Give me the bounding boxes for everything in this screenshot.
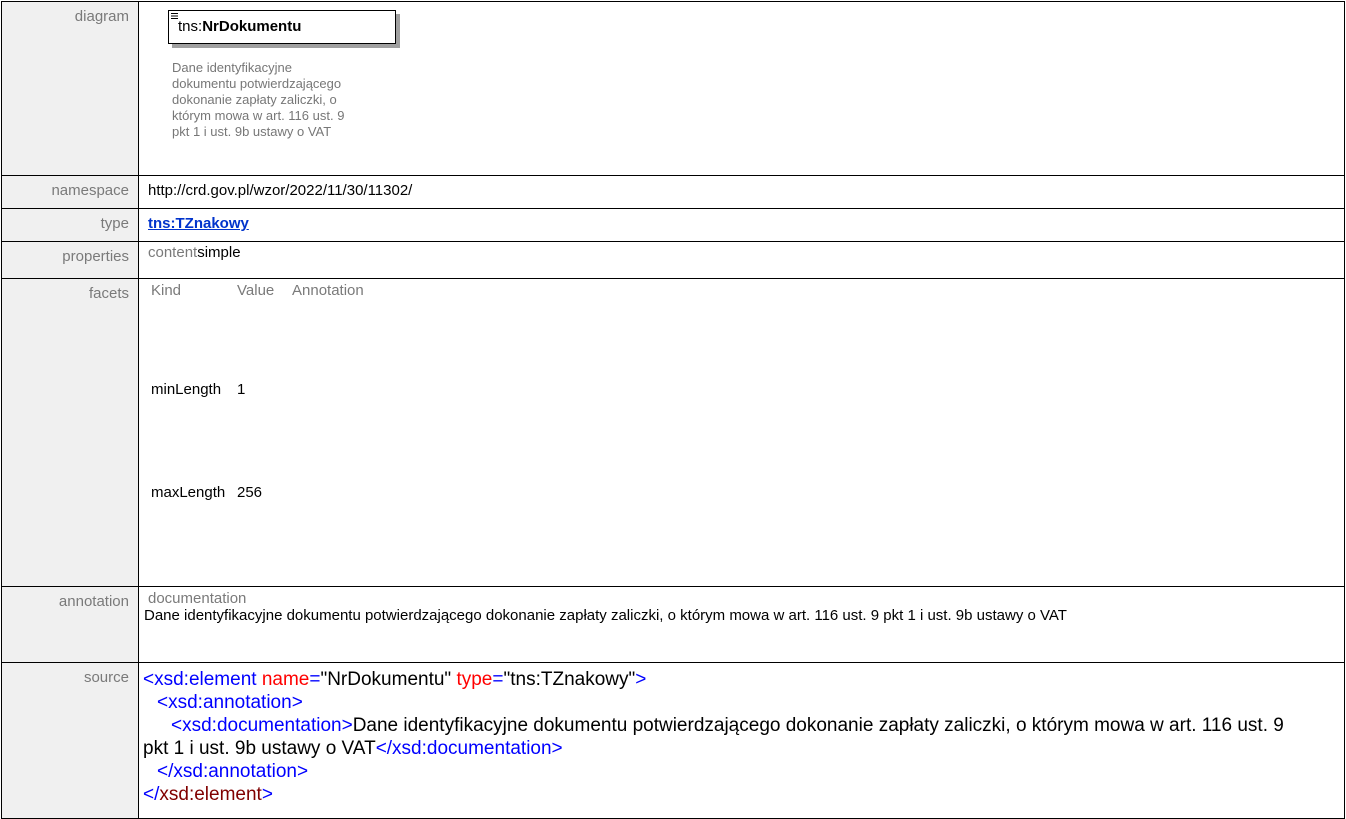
row-label-properties: properties (1, 241, 139, 279)
row-label-diagram: diagram (1, 1, 139, 176)
facet-kind: minLength (151, 381, 222, 398)
facet-row: maxLength 256 (151, 480, 364, 583)
element-documentation-table: diagram tns:NrDokumentu Dane identyfikac… (1, 1, 1345, 819)
xml-attr-type-value: "tns:TZnakowy" (503, 669, 636, 690)
facets-header-kind: Kind (151, 282, 182, 299)
namespace-value: http://crd.gov.pl/wzor/2022/11/30/11302/ (138, 175, 1345, 209)
row-label-namespace: namespace (1, 175, 139, 209)
diagram-row: diagram tns:NrDokumentu Dane identyfikac… (1, 1, 1345, 176)
source-line-element-close: </xsd:element> (143, 784, 273, 805)
facets-header-value: Value (237, 282, 275, 299)
properties-row: properties content simple (1, 241, 1345, 279)
xml-attr-type: type (456, 669, 493, 690)
xml-element-open-tag: <xsd:element (143, 669, 257, 690)
source-line-annotation-open: <xsd:annotation> (157, 692, 303, 713)
facet-row: minLength 1 (151, 381, 364, 480)
facet-kind: maxLength (151, 484, 226, 501)
annotation-row: annotation documentation Dane identyfika… (1, 586, 1345, 663)
facet-value: 1 (237, 381, 246, 398)
properties-table: content simple (148, 244, 241, 274)
source-line-documentation: <xsd:documentation>Dane identyfikacyjne … (143, 715, 1284, 759)
row-label-annotation: annotation (1, 586, 139, 663)
source-line-annotation-close: </xsd:annotation> (157, 761, 309, 782)
row-label-source: source (1, 662, 139, 819)
source-line-element-open: <xsd:element name="NrDokumentu" type="tn… (143, 669, 647, 690)
type-link[interactable]: tns:TZnakowy (148, 215, 249, 232)
type-row: type tns:TZnakowy (1, 208, 1345, 242)
element-node-local-name: NrDokumentu (202, 18, 302, 35)
element-diagram[interactable]: tns:NrDokumentu Dane identyfikacyjne dok… (168, 10, 408, 170)
facets-row: facets Kind Value Annotation minLength 1… (1, 278, 1345, 587)
property-key: content (148, 244, 198, 261)
facets-header-annotation: Annotation (292, 282, 364, 299)
element-node[interactable]: tns:NrDokumentu (168, 10, 396, 44)
annotation-text: Dane identyfikacyjne dokumentu potwierdz… (144, 607, 1067, 624)
annotation-heading: documentation (148, 590, 247, 607)
xml-attr-name-value: "NrDokumentu" (320, 669, 452, 690)
element-node-prefix: tns: (178, 18, 203, 35)
row-label-facets: facets (1, 278, 139, 587)
namespace-row: namespace http://crd.gov.pl/wzor/2022/11… (1, 175, 1345, 209)
xml-attr-name: name (261, 669, 310, 690)
element-node-name: tns:NrDokumentu (178, 18, 301, 35)
annotation-lines-icon (171, 13, 178, 19)
diagram-cell: tns:NrDokumentu Dane identyfikacyjne dok… (138, 1, 1345, 176)
source-code: <xsd:element name="NrDokumentu" type="tn… (143, 668, 1344, 806)
diagram-documentation-text: Dane identyfikacyjne dokumentu potwierdz… (172, 60, 345, 139)
property-value: simple (197, 244, 241, 261)
source-row: source <xsd:element name="NrDokumentu" t… (1, 662, 1345, 819)
row-label-type: type (1, 208, 139, 242)
facets-table: Kind Value Annotation minLength 1 maxLen… (151, 282, 364, 583)
facet-value: 256 (237, 484, 263, 501)
annotation-block: documentation Dane identyfikacyjne dokum… (144, 590, 1344, 624)
